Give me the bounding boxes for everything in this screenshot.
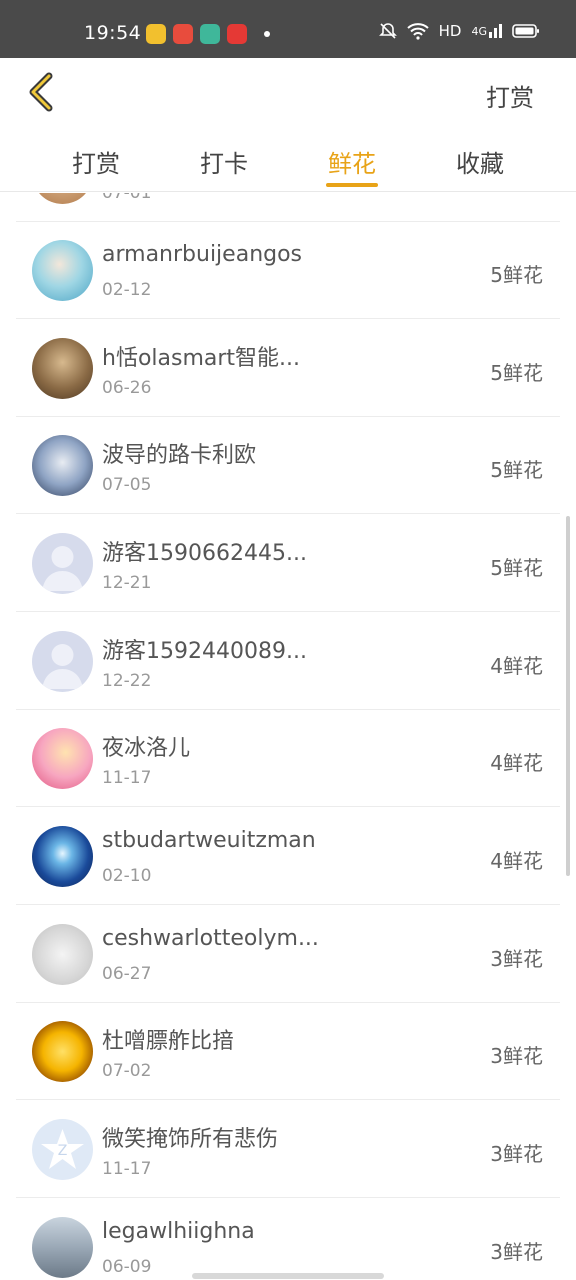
tab-favorites[interactable]: 收藏	[440, 144, 520, 179]
user-avatar	[32, 728, 93, 789]
home-indicator[interactable]	[192, 1273, 384, 1279]
user-avatar	[32, 1021, 93, 1082]
user-name: 夜冰洛儿	[102, 736, 191, 761]
tab-checkin[interactable]: 打卡	[184, 144, 264, 179]
list-item[interactable]: armanrbuijeangos 02-12 5鲜花	[16, 222, 560, 319]
user-name: 游客1590662445...	[102, 541, 307, 566]
flower-count: 5鲜花	[490, 556, 543, 580]
chevron-left-icon	[29, 72, 53, 112]
flower-count: 4鲜花	[490, 654, 543, 678]
item-date: 07-02	[102, 1061, 152, 1081]
wifi-icon	[406, 23, 429, 40]
user-avatar	[32, 533, 93, 594]
app-notification-icon	[146, 24, 166, 44]
list-item[interactable]: 波导的路卡利欧 07-05 5鲜花	[16, 417, 560, 514]
user-name: legawlhiighna	[102, 1219, 255, 1244]
bell-muted-icon	[378, 23, 397, 39]
app-notification-icon	[173, 24, 193, 44]
user-avatar: Z	[32, 1119, 93, 1180]
item-date: 11-17	[102, 768, 152, 788]
user-avatar	[32, 338, 93, 399]
user-avatar	[32, 435, 93, 496]
more-notifications-dot-icon	[264, 31, 270, 37]
list-item[interactable]: h恬olasmart智能... 06-26 5鲜花	[16, 320, 560, 417]
list-item[interactable]: ceshwarlotteolym... 06-27 3鲜花	[16, 906, 560, 1003]
user-name: stbudartweuitzman	[102, 828, 316, 853]
status-time: 19:54	[84, 22, 142, 44]
network-label: HD	[438, 22, 462, 40]
flower-count: 3鲜花	[490, 1240, 543, 1264]
user-avatar	[32, 826, 93, 887]
default-user-icon	[42, 644, 83, 689]
user-name: h恬olasmart智能...	[102, 346, 301, 371]
active-tab-indicator	[326, 183, 378, 187]
user-name: 杜噌膘舴比揞	[102, 1029, 235, 1054]
tab-flowers[interactable]: 鲜花	[312, 144, 392, 179]
user-avatar	[32, 631, 93, 692]
user-avatar	[32, 193, 93, 204]
app-header: 打赏	[0, 58, 576, 128]
reward-button[interactable]: 打赏	[486, 78, 534, 113]
list-item[interactable]: 游客1590662445... 12-21 5鲜花	[16, 515, 560, 612]
status-bar: 19:54 HD 4G	[0, 0, 576, 58]
item-date: 06-26	[102, 378, 152, 398]
flower-count: 3鲜花	[490, 1142, 543, 1166]
flower-count: 5鲜花	[490, 263, 543, 287]
user-name: ceshwarlotteolym...	[102, 926, 319, 951]
user-avatar	[32, 1217, 93, 1278]
item-date: 02-12	[102, 280, 152, 300]
flower-count: 3鲜花	[490, 1044, 543, 1068]
qq-star-icon: Z	[41, 1129, 84, 1169]
user-name: armanrbuijeangos	[102, 242, 303, 267]
signal-icon: 4G	[471, 24, 502, 38]
list-item[interactable]: Z 微笑掩饰所有悲伤 11-17 3鲜花	[16, 1101, 560, 1198]
item-date: 07-01	[102, 193, 152, 203]
svg-text:Z: Z	[58, 1143, 68, 1159]
app-notification-icon	[200, 24, 220, 44]
list-item[interactable]: 07-01	[16, 193, 560, 222]
item-date: 02-10	[102, 866, 152, 886]
app-notification-icon	[227, 24, 247, 44]
default-user-icon	[42, 546, 83, 591]
flower-count: 5鲜花	[490, 361, 543, 385]
back-button[interactable]	[18, 70, 62, 114]
list-item[interactable]: 游客1592440089... 12-22 4鲜花	[16, 613, 560, 710]
item-date: 11-17	[102, 1159, 152, 1179]
user-name: 波导的路卡利欧	[102, 443, 257, 468]
flower-ranking-list: 07-01 armanrbuijeangos 02-12 5鲜花 h恬olasm…	[0, 193, 576, 1280]
tab-bar: 打赏 打卡 鲜花 收藏	[0, 128, 576, 192]
battery-icon	[512, 24, 539, 38]
flower-count: 5鲜花	[490, 458, 543, 482]
user-name: 微笑掩饰所有悲伤	[102, 1127, 279, 1152]
item-date: 12-22	[102, 671, 152, 691]
scrollbar[interactable]	[566, 516, 570, 876]
item-date: 07-05	[102, 475, 152, 495]
item-date: 06-09	[102, 1257, 152, 1277]
flower-count: 4鲜花	[490, 849, 543, 873]
status-app-icons	[146, 24, 270, 44]
item-date: 12-21	[102, 573, 152, 593]
list-item[interactable]: legawlhiighna 06-09 3鲜花	[16, 1199, 560, 1280]
list-item[interactable]: stbudartweuitzman 02-10 4鲜花	[16, 808, 560, 905]
status-right: HD 4G	[378, 22, 540, 40]
user-name: 游客1592440089...	[102, 639, 307, 664]
user-avatar	[32, 240, 93, 301]
item-date: 06-27	[102, 964, 152, 984]
list-item[interactable]: 夜冰洛儿 11-17 4鲜花	[16, 710, 560, 807]
list-item[interactable]: 杜噌膘舴比揞 07-02 3鲜花	[16, 1003, 560, 1100]
flower-count: 3鲜花	[490, 947, 543, 971]
tab-reward[interactable]: 打赏	[56, 144, 136, 179]
flower-count: 4鲜花	[490, 751, 543, 775]
user-avatar	[32, 924, 93, 985]
